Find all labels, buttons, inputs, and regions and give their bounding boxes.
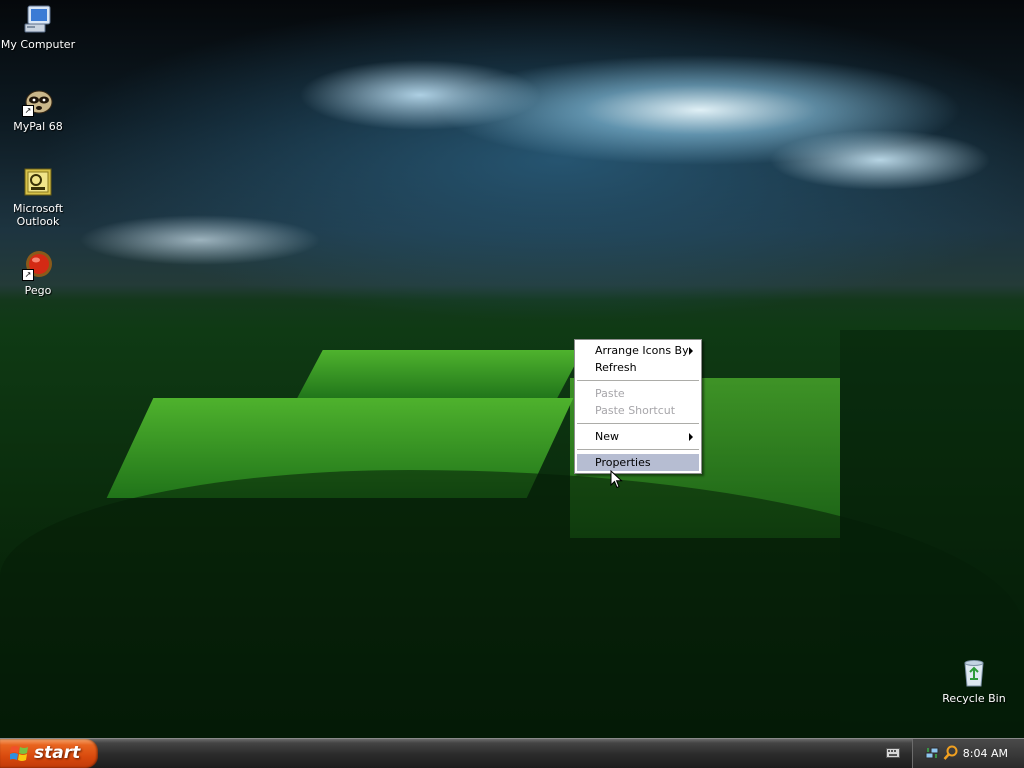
shortcut-arrow-icon: ↗: [22, 269, 34, 281]
my-computer-icon: [22, 3, 54, 35]
mypal-icon: ↗: [22, 85, 54, 117]
menu-item-paste[interactable]: Paste: [577, 385, 699, 402]
menu-item-label: Paste Shortcut: [595, 404, 676, 417]
desktop-icon-mypal[interactable]: ↗ MyPal 68: [0, 85, 76, 133]
windows-logo-icon: [10, 746, 28, 761]
menu-item-label: Refresh: [595, 361, 637, 374]
menu-item-label: Paste: [595, 387, 625, 400]
menu-item-arrange-icons-by[interactable]: Arrange Icons By: [577, 342, 699, 359]
menu-item-label: Properties: [595, 456, 651, 469]
submenu-arrow-icon: [689, 433, 693, 441]
menu-separator: [577, 380, 699, 381]
submenu-arrow-icon: [689, 347, 693, 355]
desktop-icon-label: Pego: [24, 284, 52, 297]
menu-item-paste-shortcut[interactable]: Paste Shortcut: [577, 402, 699, 419]
desktop-icon-outlook[interactable]: Microsoft Outlook: [0, 167, 76, 228]
shortcut-arrow-icon: ↗: [22, 105, 34, 117]
desktop[interactable]: My Computer ↗ MyPal 68 Microsoft Outlook…: [0, 0, 1024, 738]
pego-icon: ↗: [22, 249, 54, 281]
outlook-icon: [22, 167, 54, 199]
menu-item-label: Arrange Icons By: [595, 344, 689, 357]
desktop-icon-pego[interactable]: ↗ Pego: [0, 249, 76, 297]
recycle-bin-icon: [958, 657, 990, 689]
menu-item-properties[interactable]: Properties: [577, 454, 699, 471]
desktop-icon-recycle-bin[interactable]: Recycle Bin: [936, 657, 1012, 705]
wallpaper-field-light: [297, 350, 583, 398]
menu-item-new[interactable]: New: [577, 428, 699, 445]
menu-item-label: New: [595, 430, 619, 443]
taskbar: start 8:04 AM: [0, 738, 1024, 768]
network-icon[interactable]: [925, 746, 939, 760]
desktop-icon-label: My Computer: [0, 38, 76, 51]
desktop-icon-label: Recycle Bin: [942, 692, 1006, 705]
menu-item-refresh[interactable]: Refresh: [577, 359, 699, 376]
system-tray: 8:04 AM: [912, 739, 1024, 768]
menu-separator: [577, 449, 699, 450]
desktop-context-menu: Arrange Icons By Refresh Paste Paste Sho…: [574, 339, 702, 474]
desktop-icon-label-line2: Outlook: [16, 215, 60, 228]
keyboard-icon[interactable]: [886, 748, 900, 758]
desktop-icon-my-computer[interactable]: My Computer: [0, 3, 76, 51]
search-icon[interactable]: [943, 745, 959, 761]
desktop-icon-label-line1: Microsoft: [12, 202, 64, 215]
start-label: start: [34, 743, 81, 763]
menu-separator: [577, 423, 699, 424]
taskbar-clock[interactable]: 8:04 AM: [963, 739, 1008, 768]
desktop-icon-label: MyPal 68: [13, 120, 63, 133]
start-button[interactable]: start: [0, 739, 98, 768]
